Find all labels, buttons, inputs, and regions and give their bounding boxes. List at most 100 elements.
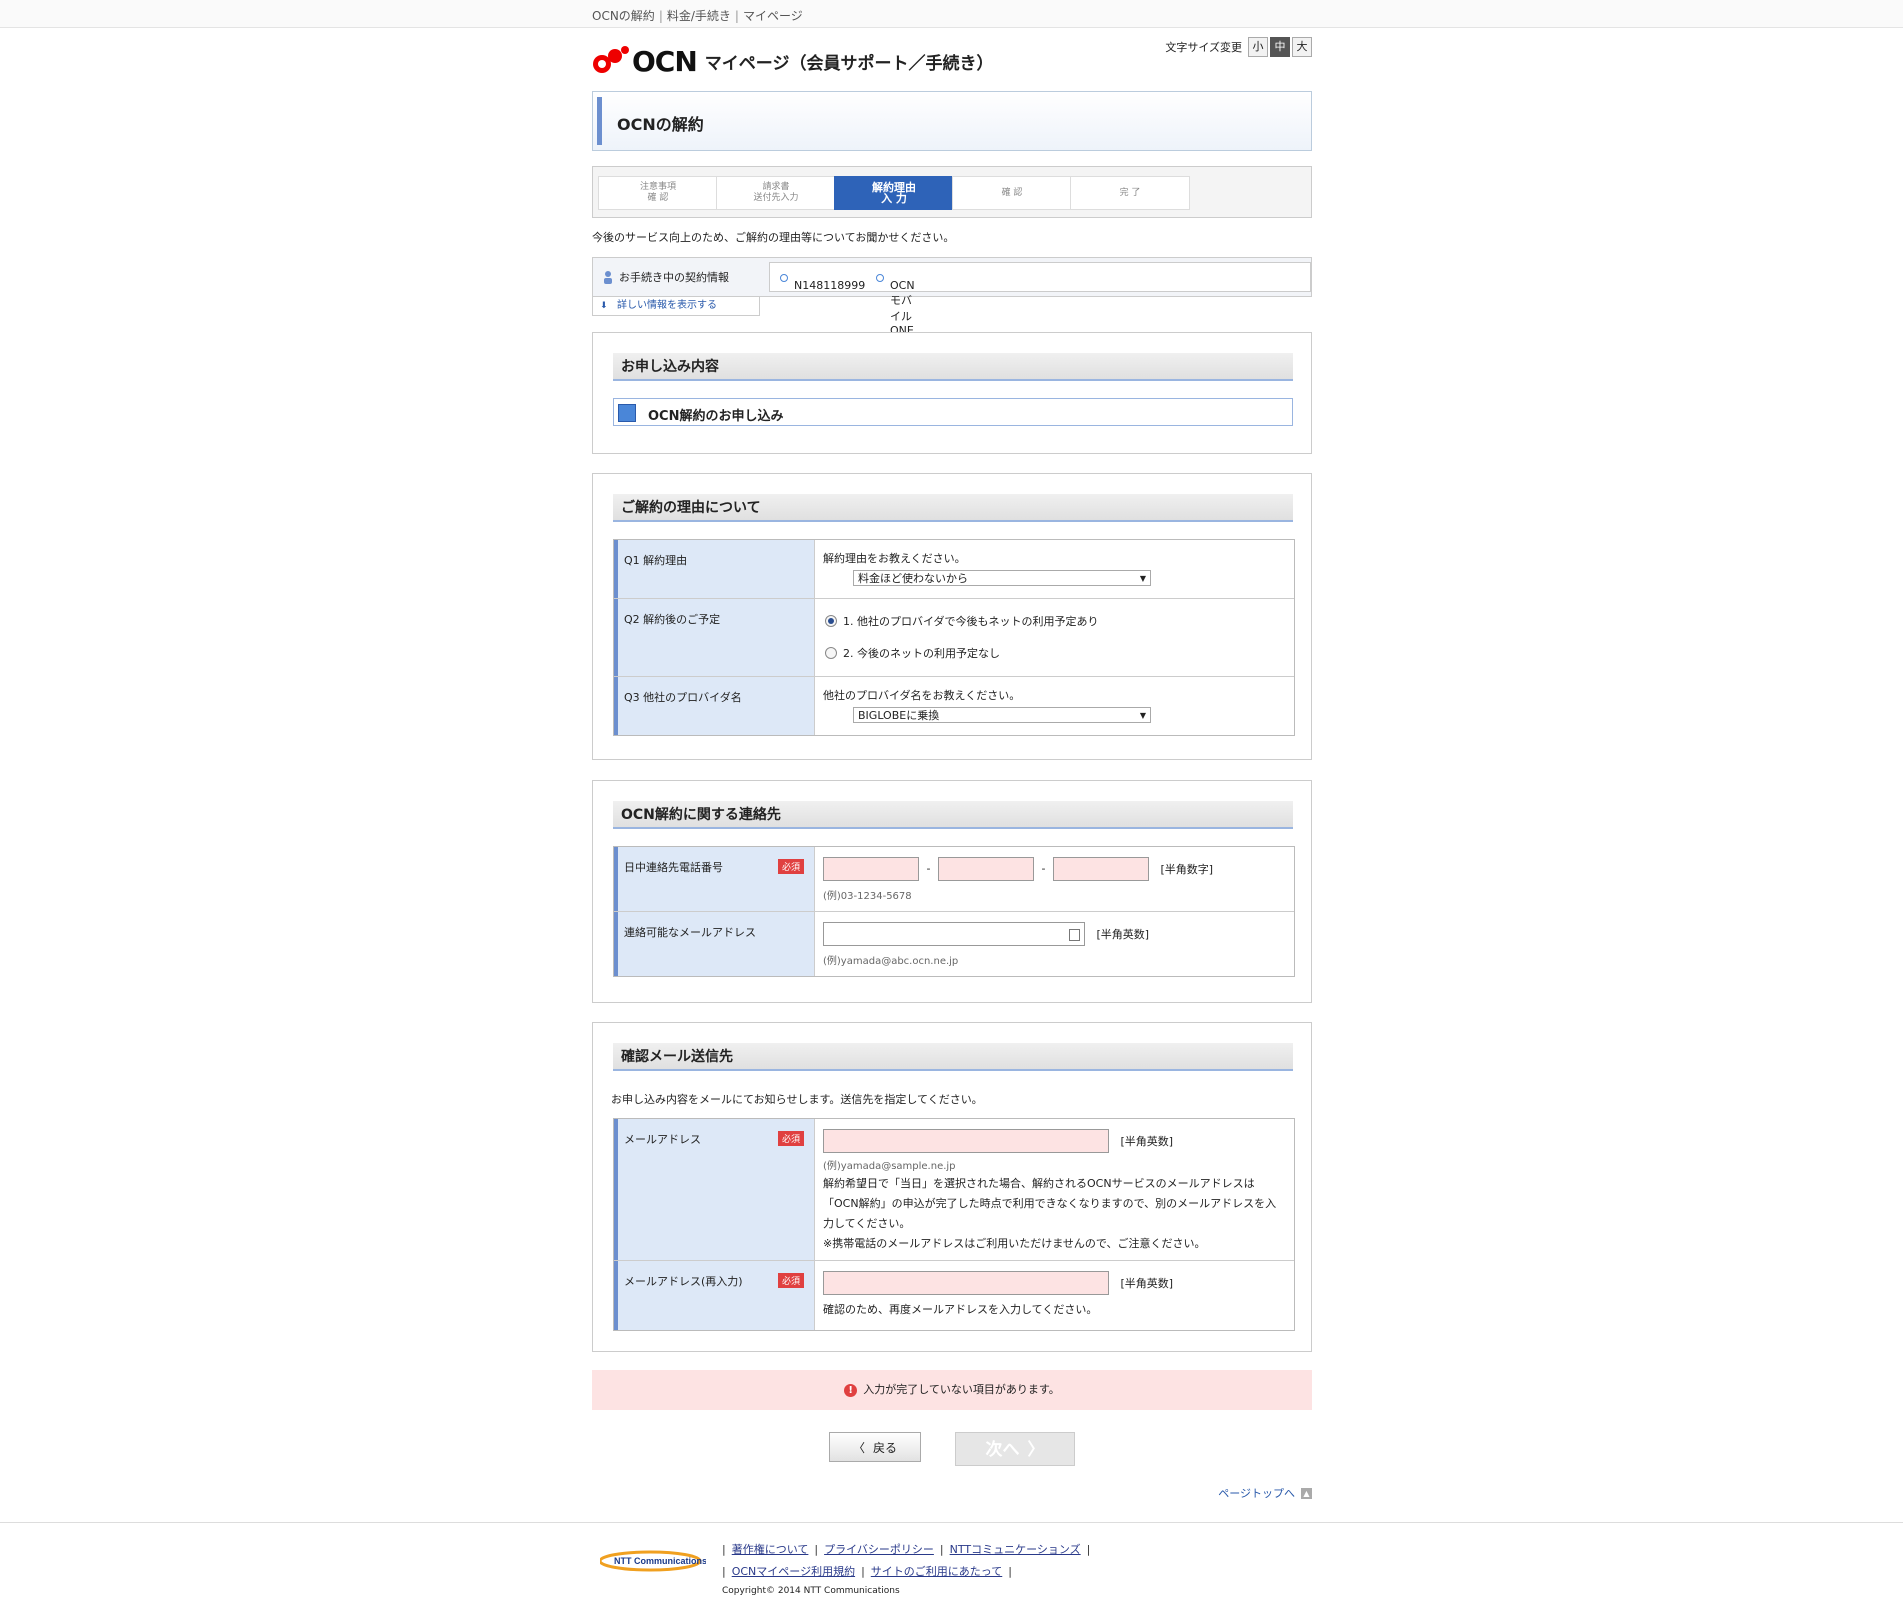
phone-th: 日中連絡先電話番号 必須 <box>614 847 814 911</box>
font-size-large-button[interactable]: 大 <box>1292 37 1312 57</box>
font-size-medium-button[interactable]: 中 <box>1270 37 1290 57</box>
phone-row: 日中連絡先電話番号 必須 - - [半角数字] (例)03-1234-5678 <box>614 847 1294 911</box>
chevron-down-icon: ▼ <box>1139 711 1146 720</box>
step-3-current: 解約理由入 力 <box>834 176 967 210</box>
reenter-email-unit: [半角英数] <box>1120 1277 1174 1290</box>
show-details-link[interactable]: ⬇ 詳しい情報を表示する <box>592 297 760 316</box>
q3-provider-select[interactable]: BIGLOBEに乗換 ▼ <box>853 707 1151 723</box>
q2-option-2-label: 2. 今後のネットの利用予定なし <box>843 647 1000 660</box>
confirm-email-input[interactable] <box>823 1129 1109 1153</box>
font-size-switcher: 文字サイズ変更 小 中 大 <box>1165 37 1312 57</box>
footer-link-copyright[interactable]: 著作権について <box>732 1543 809 1556</box>
breadcrumb-item-mypage[interactable]: マイページ <box>743 9 803 23</box>
footer-link-privacy[interactable]: プライバシーポリシー <box>824 1543 934 1556</box>
reason-panel: ご解約の理由について Q1 解約理由 解約理由をお教えください。 料金ほど使わな… <box>592 473 1312 760</box>
next-button[interactable]: 次へ〉 <box>955 1432 1075 1466</box>
confirm-mail-table: メールアドレス 必須 [半角英数] (例)yamada@sample.ne.jp … <box>613 1118 1295 1331</box>
step-5: 完 了 <box>1070 176 1190 210</box>
email-contact-cell: [半角英数] (例)yamada@abc.ocn.ne.jp <box>814 912 1294 976</box>
q1-row: Q1 解約理由 解約理由をお教えください。 料金ほど使わないから ▼ <box>614 540 1294 598</box>
chevron-right-icon: 〉 <box>1027 1440 1045 1460</box>
ocn-brand: OCN <box>632 44 698 78</box>
confirm-email-cell: [半角英数] (例)yamada@sample.ne.jp 解約希望日で「当日」… <box>814 1119 1294 1260</box>
intro-text: 今後のサービス向上のため、ご解約の理由等についてお聞かせください。 <box>592 231 955 244</box>
reenter-email-cell: [半角英数] 確認のため、再度メールアドレスを入力してください。 <box>814 1261 1294 1330</box>
q3-label: Q3 他社のプロバイダ名 <box>614 677 814 735</box>
q3-prompt: 他社のプロバイダ名をお教えください。 <box>823 689 1021 702</box>
page-top-link[interactable]: ページトップへ ▲ <box>1218 1485 1312 1501</box>
application-item-label: OCN解約のお申し込み <box>648 409 784 424</box>
confirm-email-unit: [半角英数] <box>1120 1135 1174 1148</box>
reenter-email-th: メールアドレス(再入力) 必須 <box>614 1261 814 1330</box>
phone-input-3[interactable] <box>1052 857 1149 881</box>
breadcrumb-item-billing[interactable]: 料金/手続き <box>667 9 731 23</box>
q2-cell: 1. 他社のプロバイダで今後もネットの利用予定あり 2. 今後のネットの利用予定… <box>814 599 1294 676</box>
contract-info: お手続き中の契約情報 N148118999 OCN モバイル ONE <box>592 257 1312 337</box>
ocn-logo-mark-icon <box>592 44 632 78</box>
progress-steps: 注意事項確 認 請求書 送付先入力 解約理由入 力 確 認 完 了 <box>592 166 1312 218</box>
font-size-label: 文字サイズ変更 <box>1165 41 1242 54</box>
application-heading: お申し込み内容 <box>613 353 1293 381</box>
person-icon <box>603 270 613 284</box>
copyright: Copyright© 2014 NTT Communications <box>722 1586 900 1596</box>
incomplete-alert: ! 入力が完了していない項目があります。 <box>592 1370 1312 1410</box>
footer-link-terms[interactable]: OCNマイページ利用規約 <box>732 1565 855 1578</box>
reason-heading: ご解約の理由について <box>613 494 1293 522</box>
email-contact-unit: [半角英数] <box>1096 928 1150 941</box>
footer-link-site-usage[interactable]: サイトのご利用にあたって <box>871 1565 1002 1578</box>
confirm-email-note: 解約希望日で「当日」を選択された場合、解約されるOCNサービスのメールアドレスは… <box>823 1177 1277 1230</box>
ocn-logo[interactable]: OCN マイページ（会員サポート／手続き） <box>592 44 993 78</box>
font-size-small-button[interactable]: 小 <box>1248 37 1268 57</box>
back-button[interactable]: 〈戻る <box>829 1432 921 1462</box>
q1-prompt: 解約理由をお教えください。 <box>823 552 966 565</box>
confirm-email-row: メールアドレス 必須 [半角英数] (例)yamada@sample.ne.jp … <box>614 1119 1294 1260</box>
contract-service-wrap: OCN モバイル ONE <box>876 271 915 337</box>
page-title: OCNの解約 <box>617 115 704 134</box>
q3-selected-value: BIGLOBEに乗換 <box>858 709 940 722</box>
contact-email-input[interactable] <box>823 922 1085 946</box>
bullet-icon <box>780 274 788 282</box>
phone-input-2[interactable] <box>937 857 1034 881</box>
step-2: 請求書 送付先入力 <box>716 176 849 210</box>
q2-option-2[interactable]: 2. 今後のネットの利用予定なし <box>825 645 1294 661</box>
chevron-down-icon: ▼ <box>1139 574 1146 583</box>
q2-label: Q2 解約後のご予定 <box>614 599 814 676</box>
contract-service: OCN モバイル ONE <box>890 279 915 337</box>
q3-row: Q3 他社のプロバイダ名 他社のプロバイダ名をお教えください。 BIGLOBEに… <box>614 676 1294 735</box>
ntt-logo[interactable]: NTT Communications <box>598 1545 707 1573</box>
contract-values: N148118999 OCN モバイル ONE <box>769 262 1311 337</box>
reason-table: Q1 解約理由 解約理由をお教えください。 料金ほど使わないから ▼ Q2 解約後… <box>613 539 1295 736</box>
q1-label: Q1 解約理由 <box>614 540 814 598</box>
chevron-left-icon: 〈 <box>852 1441 865 1455</box>
confirm-email-label: メールアドレス <box>624 1133 701 1146</box>
arrow-up-icon: ▲ <box>1301 1487 1312 1499</box>
q1-cell: 解約理由をお教えください。 料金ほど使わないから ▼ <box>814 540 1294 598</box>
q1-reason-select[interactable]: 料金ほど使わないから ▼ <box>853 570 1151 586</box>
q2-option-1[interactable]: 1. 他社のプロバイダで今後もネットの利用予定あり <box>825 613 1294 629</box>
header-subtitle: マイページ（会員サポート／手続き） <box>704 53 994 74</box>
step-1: 注意事項確 認 <box>598 176 731 210</box>
phone-input-1[interactable] <box>823 857 919 881</box>
footer: NTT Communications | 著作権について | プライバシーポリシー | N… <box>0 1522 1903 1623</box>
required-badge: 必須 <box>777 859 804 874</box>
confirm-mail-heading: 確認メール送信先 <box>613 1043 1293 1071</box>
contract-label: お手続き中の契約情報 <box>619 271 729 284</box>
back-label: 戻る <box>873 1441 898 1455</box>
step-4: 確 認 <box>952 176 1085 210</box>
reenter-email-row: メールアドレス(再入力) 必須 [半角英数] 確認のため、再度メールアドレスを入力… <box>614 1260 1294 1330</box>
contact-heading: OCN解約に関する連絡先 <box>613 801 1293 829</box>
radio-checked-icon <box>825 615 837 627</box>
confirm-email-example: (例)yamada@sample.ne.jp <box>823 1161 956 1172</box>
q2-row: Q2 解約後のご予定 1. 他社のプロバイダで今後もネットの利用予定あり 2. … <box>614 598 1294 676</box>
radio-unchecked-icon <box>825 647 837 659</box>
application-panel: お申し込み内容 OCN解約のお申し込み <box>592 332 1312 454</box>
footer-link-ntt[interactable]: NTTコミュニケーションズ <box>950 1543 1081 1556</box>
required-badge: 必須 <box>777 1131 804 1146</box>
confirm-email-mobile-note: ※携帯電話のメールアドレスはご利用いただけませんので、ご注意ください。 <box>823 1237 1206 1250</box>
reenter-email-input[interactable] <box>823 1271 1109 1295</box>
required-badge: 必須 <box>777 1273 804 1288</box>
alert-text: 入力が完了していない項目があります。 <box>863 1383 1060 1396</box>
breadcrumb-item-cancel[interactable]: OCNの解約 <box>592 9 655 23</box>
email-contact-example: (例)yamada@abc.ocn.ne.jp <box>823 956 959 967</box>
next-label: 次へ <box>985 1440 1020 1460</box>
